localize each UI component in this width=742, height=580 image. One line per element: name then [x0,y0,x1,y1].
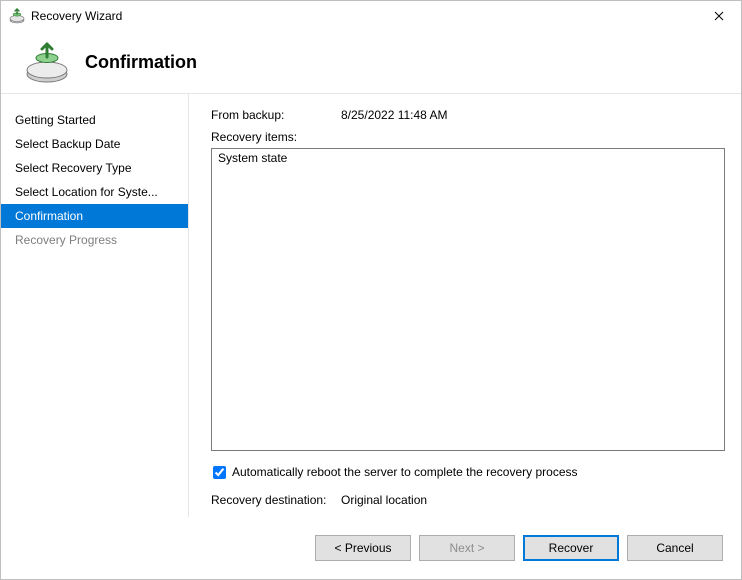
main: Getting Started Select Backup Date Select … [1,94,741,517]
wizard-step-label: Recovery Progress [15,233,117,247]
wizard-footer: < Previous Next > Recover Cancel [1,517,741,579]
wizard-steps-sidebar: Getting Started Select Backup Date Select … [1,94,188,517]
from-backup-row: From backup: 8/25/2022 11:48 AM [211,108,725,122]
app-icon [9,8,25,24]
previous-button[interactable]: < Previous [315,535,411,561]
wizard-step[interactable]: Getting Started [1,108,188,132]
wizard-step-label: Select Recovery Type [15,161,132,175]
wizard-step[interactable]: Select Location for Syste... [1,180,188,204]
destination-label: Recovery destination: [211,493,341,507]
wizard-step[interactable]: Select Backup Date [1,132,188,156]
reboot-checkbox[interactable] [213,466,226,479]
destination-value: Original location [341,493,427,507]
titlebar: Recovery Wizard [1,1,741,31]
recovery-items-listbox[interactable]: System state [211,148,725,451]
recover-button[interactable]: Recover [523,535,619,561]
wizard-content: From backup: 8/25/2022 11:48 AM Recovery… [189,94,741,517]
destination-row: Recovery destination: Original location [211,493,725,507]
wizard-icon [25,40,69,84]
page-title: Confirmation [85,52,197,73]
wizard-step[interactable]: Select Recovery Type [1,156,188,180]
reboot-checkbox-label: Automatically reboot the server to compl… [232,465,578,479]
list-item[interactable]: System state [218,151,718,165]
window-title: Recovery Wizard [31,9,696,23]
cancel-button[interactable]: Cancel [627,535,723,561]
next-button: Next > [419,535,515,561]
reboot-checkbox-row[interactable]: Automatically reboot the server to compl… [211,465,725,479]
wizard-step: Recovery Progress [1,228,188,252]
wizard-step-label: Select Backup Date [15,137,120,151]
from-backup-value: 8/25/2022 11:48 AM [341,108,448,122]
wizard-header: Confirmation [1,31,741,93]
wizard-step[interactable]: Confirmation [1,204,188,228]
close-button[interactable] [696,1,741,31]
wizard-step-label: Confirmation [15,209,83,223]
from-backup-label: From backup: [211,108,341,122]
wizard-step-label: Getting Started [15,113,96,127]
recovery-items-label: Recovery items: [211,130,725,144]
wizard-step-label: Select Location for Syste... [15,185,158,199]
